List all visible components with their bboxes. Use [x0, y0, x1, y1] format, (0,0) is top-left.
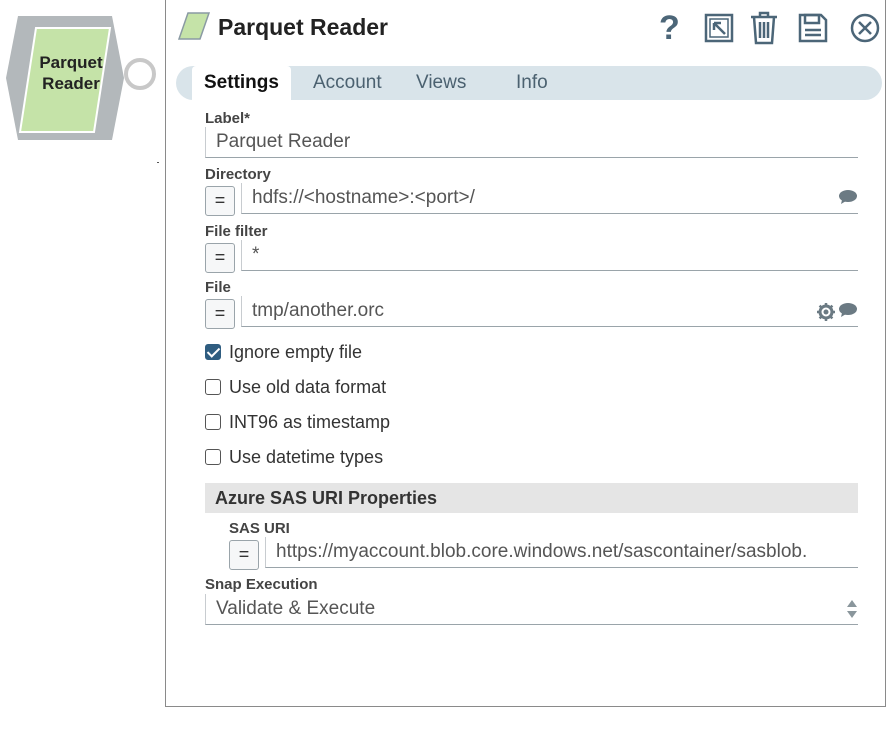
snap-settings-dialog: Parquet Reader ? Settings Account Views …: [165, 0, 886, 707]
suggest-icon[interactable]: [838, 302, 858, 318]
tab-settings[interactable]: Settings: [192, 66, 291, 100]
svg-text:?: ?: [659, 11, 680, 45]
int96-timestamp-checkbox[interactable]: INT96 as timestamp: [205, 411, 390, 433]
checkbox-box[interactable]: [205, 449, 221, 465]
suggest-icon[interactable]: [838, 189, 858, 205]
label-field-label: Label*: [205, 110, 251, 127]
browse-gear-icon[interactable]: [816, 302, 836, 322]
export-icon[interactable]: [701, 8, 737, 48]
tab-bar: Settings Account Views Info: [176, 66, 882, 100]
file-field-label: File: [205, 279, 231, 296]
snap-node[interactable]: Parquet Reader: [6, 14, 124, 142]
checkbox-label: Ignore empty file: [229, 341, 363, 362]
tab-views[interactable]: Views: [416, 66, 466, 100]
use-old-data-format-checkbox[interactable]: Use old data format: [205, 376, 386, 398]
file-value: tmp/another.orc: [252, 300, 385, 321]
help-icon[interactable]: ?: [651, 8, 687, 48]
directory-value: hdfs://<hostname>:<port>/: [252, 187, 475, 208]
file-expression-toggle[interactable]: =: [205, 299, 235, 329]
ignore-empty-file-checkbox[interactable]: Ignore empty file: [205, 341, 362, 363]
checkbox-box[interactable]: [205, 414, 221, 430]
tab-account[interactable]: Account: [313, 66, 382, 100]
checkbox-label: Use datetime types: [229, 446, 384, 467]
directory-expression-toggle[interactable]: =: [205, 186, 235, 216]
snap-execution-field-label: Snap Execution: [205, 576, 318, 593]
sas-uri-input[interactable]: https://myaccount.blob.core.windows.net/…: [265, 537, 858, 568]
snap-execution-value: Validate & Execute: [216, 598, 376, 619]
snap-node-label: Parquet Reader: [39, 53, 103, 93]
output-port[interactable]: [124, 58, 156, 90]
azure-sas-section-header[interactable]: Azure SAS URI Properties: [205, 483, 858, 513]
trash-icon[interactable]: [746, 8, 782, 48]
snap-type-icon: [178, 12, 210, 40]
select-arrows-icon: [847, 600, 857, 618]
directory-input[interactable]: hdfs://<hostname>:<port>/: [241, 183, 858, 214]
dialog-title: Parquet Reader: [218, 14, 389, 40]
checkbox-label: Use old data format: [229, 376, 387, 397]
tab-info[interactable]: Info: [516, 66, 548, 100]
file-filter-expression-toggle[interactable]: =: [205, 243, 235, 273]
directory-field-label: Directory: [205, 166, 271, 183]
checkbox-label: INT96 as timestamp: [229, 411, 391, 432]
close-icon[interactable]: [847, 8, 883, 48]
checkbox-box[interactable]: [205, 379, 221, 395]
file-input[interactable]: tmp/another.orc: [241, 296, 858, 327]
label-input[interactable]: Parquet Reader: [205, 127, 858, 158]
divider-mark: [157, 162, 159, 163]
sas-uri-field-label: SAS URI: [229, 520, 290, 537]
use-datetime-types-checkbox[interactable]: Use datetime types: [205, 446, 383, 468]
checkbox-box[interactable]: [205, 344, 221, 360]
snap-execution-select[interactable]: Validate & Execute: [205, 594, 858, 625]
file-filter-field-label: File filter: [205, 223, 268, 240]
save-icon[interactable]: [795, 8, 831, 48]
file-filter-input[interactable]: *: [241, 240, 858, 271]
sas-uri-expression-toggle[interactable]: =: [229, 540, 259, 570]
